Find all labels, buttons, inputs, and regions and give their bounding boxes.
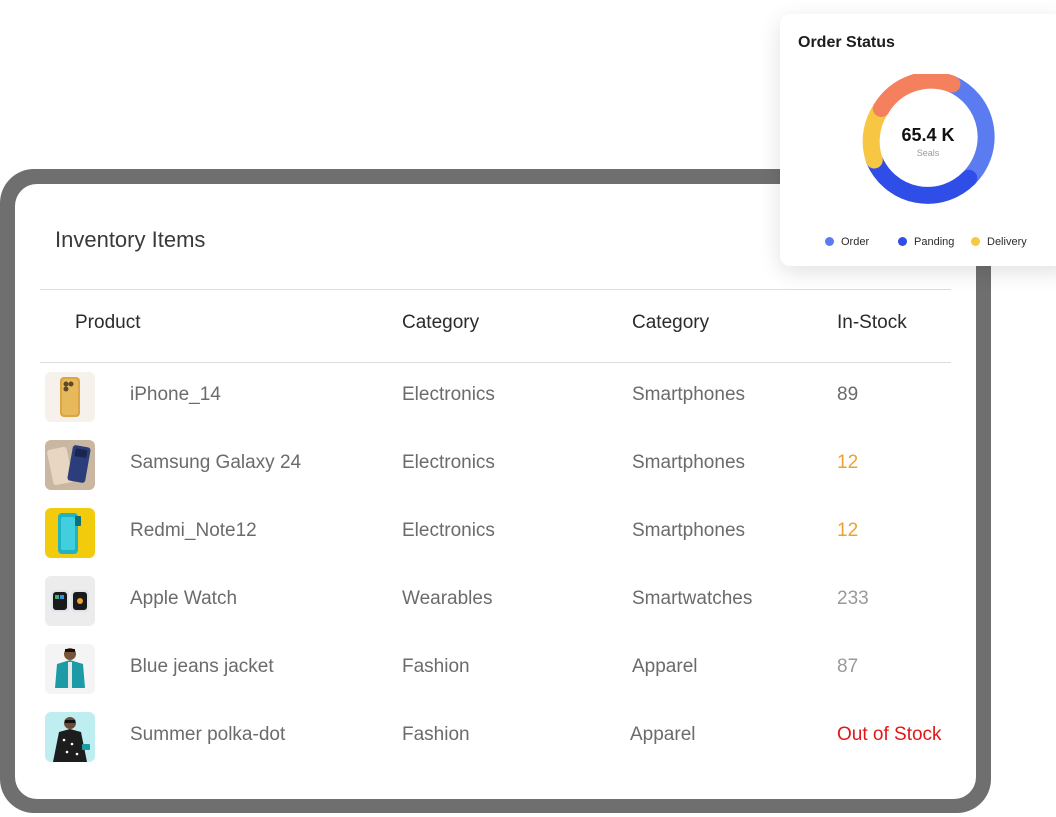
legend-dot	[825, 237, 834, 246]
subcategory: Smartphones	[632, 384, 746, 405]
stock-value: 233	[837, 588, 869, 609]
subcategory: Smartphones	[632, 520, 746, 541]
subcategory: Apparel	[632, 656, 698, 677]
product-name: iPhone_14	[130, 384, 221, 405]
category: Electronics	[402, 452, 495, 473]
dress-model-icon	[45, 712, 95, 762]
category: Electronics	[402, 520, 495, 541]
table-row[interactable]: iPhone_14 Electronics Smartphones 89	[15, 362, 976, 430]
product-name: Blue jeans jacket	[130, 656, 274, 677]
order-status-card: Order Status 65.4 K Seals Order Panding …	[780, 14, 1056, 266]
donut-segment-panding	[865, 151, 978, 204]
order-status-title: Order Status	[798, 34, 895, 51]
table-row[interactable]: Redmi_Note12 Electronics Smartphones 12	[15, 498, 976, 566]
legend-item-delivery: Delivery	[971, 236, 1027, 248]
subcategory: Smartphones	[632, 452, 746, 473]
table-row[interactable]: Summer polka-dot Fashion Apparel Out of …	[15, 702, 976, 770]
table-row[interactable]: Samsung Galaxy 24 Electronics Smartphone…	[15, 430, 976, 498]
category: Wearables	[402, 588, 493, 609]
legend-item-panding: Panding	[898, 236, 954, 248]
stock-value: 12	[837, 452, 859, 473]
category: Fashion	[402, 656, 470, 677]
column-header-category[interactable]: Category	[402, 312, 479, 334]
product-name: Samsung Galaxy 24	[130, 452, 302, 473]
smartwatch-icon	[45, 576, 95, 626]
order-total: 65.4 K	[901, 125, 955, 145]
stock-value: Out of Stock	[837, 724, 942, 745]
subcategory: Apparel	[630, 724, 696, 745]
donut-segment-accent	[872, 74, 961, 117]
category: Fashion	[402, 724, 470, 745]
order-total-label: Seals	[916, 148, 940, 158]
inventory-title: Inventory Items	[55, 227, 206, 252]
table-row[interactable]: Apple Watch Wearables Smartwatches 233	[15, 566, 976, 634]
stock-value: 87	[837, 656, 859, 677]
product-name: Summer polka-dot	[130, 724, 286, 745]
stock-value: 12	[837, 520, 859, 541]
subcategory: Smartwatches	[632, 588, 753, 609]
legend-dot	[971, 237, 980, 246]
phone-gold-icon	[45, 372, 95, 422]
phones-pair-icon	[45, 440, 95, 490]
product-name: Redmi_Note12	[130, 520, 257, 541]
legend-label: Order	[841, 236, 870, 248]
divider	[40, 289, 951, 290]
legend-item-order: Order	[825, 236, 869, 248]
legend-dot	[898, 237, 907, 246]
table-row[interactable]: Blue jeans jacket Fashion Apparel 87	[15, 634, 976, 702]
legend-label: Panding	[914, 236, 955, 248]
legend-label: Delivery	[987, 236, 1027, 248]
column-header-in-stock[interactable]: In-Stock	[837, 312, 907, 334]
phone-teal-icon	[45, 508, 95, 558]
category: Electronics	[402, 384, 495, 405]
product-name: Apple Watch	[130, 588, 238, 609]
jacket-model-icon	[45, 644, 95, 694]
inventory-panel: Inventory Items Product Category Categor…	[15, 184, 976, 799]
stock-value: 89	[837, 384, 859, 405]
column-header-product[interactable]: Product	[75, 312, 140, 334]
column-header-subcategory[interactable]: Category	[632, 312, 709, 334]
